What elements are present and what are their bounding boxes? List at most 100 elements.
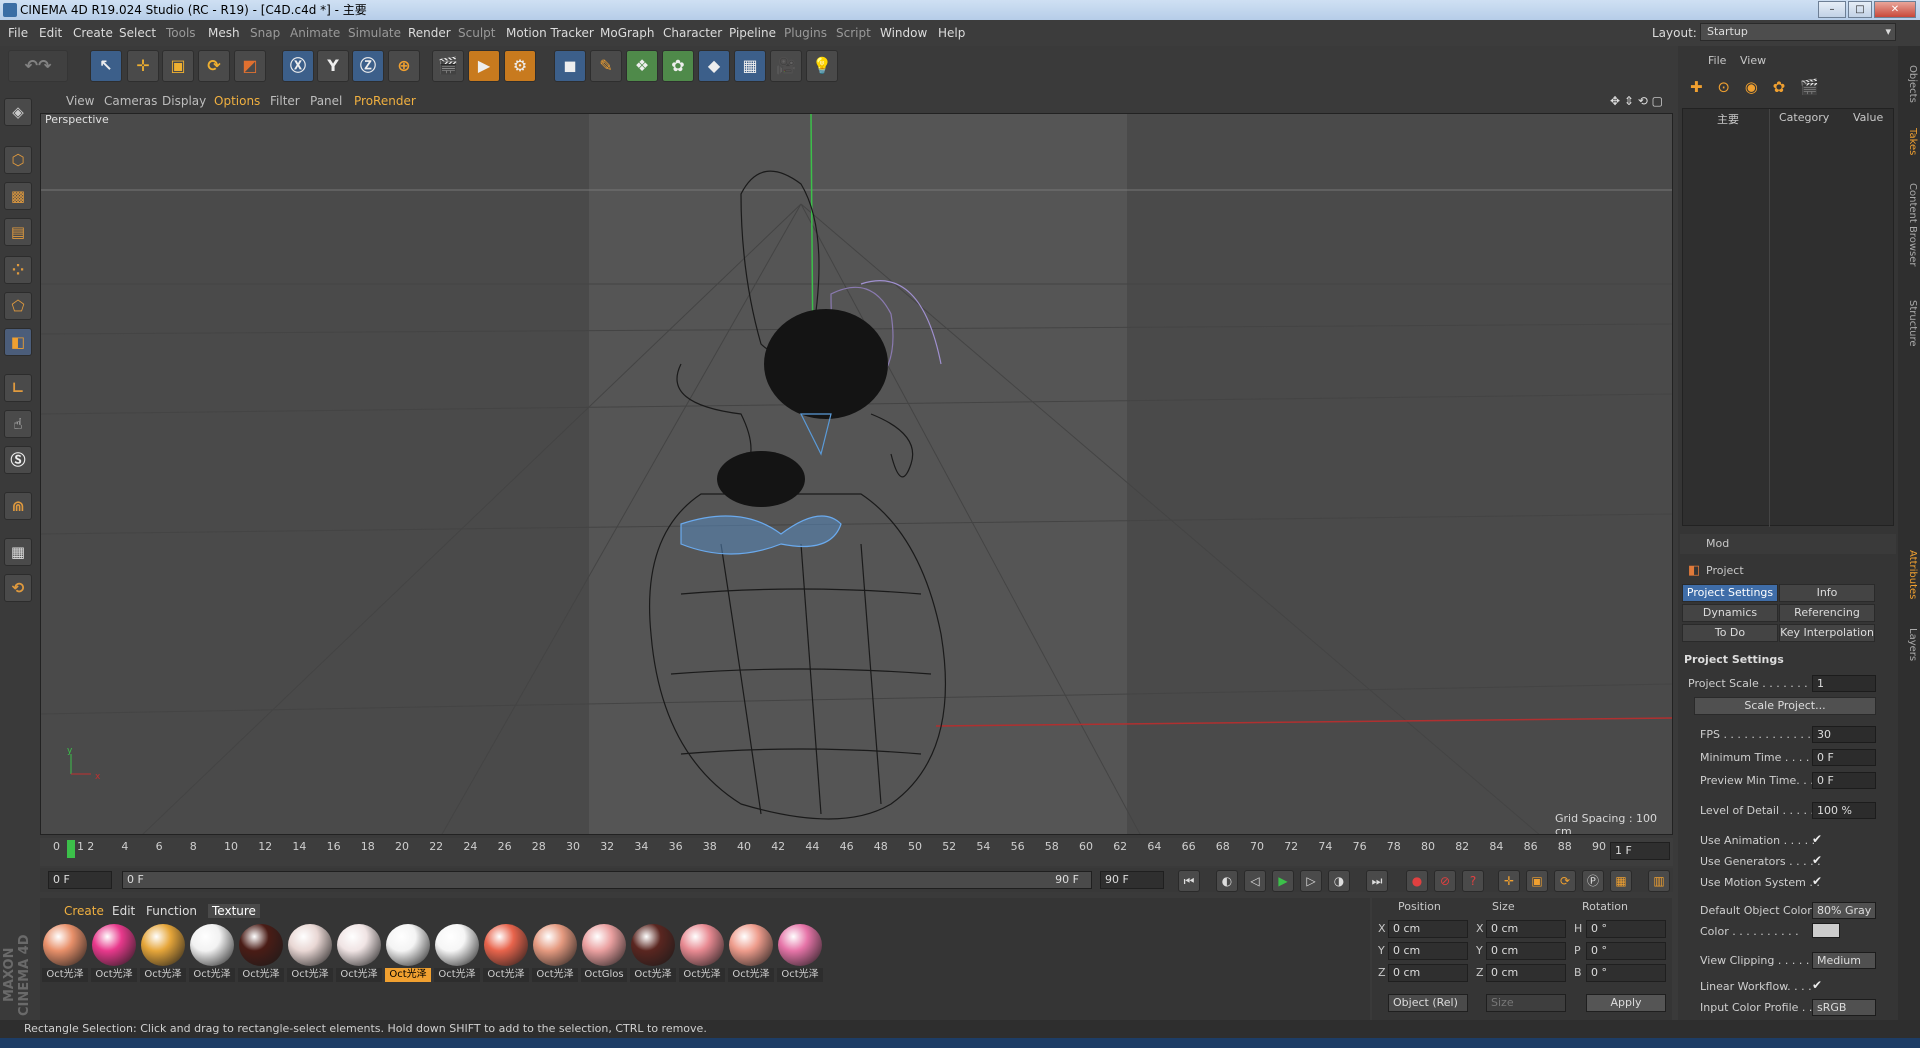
maximize-button[interactable]: □ bbox=[1848, 1, 1872, 18]
model-mode-icon[interactable]: ⬡ bbox=[4, 146, 32, 174]
material-item[interactable]: Oct光泽 bbox=[140, 924, 186, 982]
side-tab-layers[interactable]: Layers bbox=[1900, 620, 1918, 670]
material-item[interactable]: Oct光泽 bbox=[679, 924, 725, 982]
attr-mode-menu[interactable]: Mod bbox=[1706, 537, 1729, 550]
lock-workplane-icon[interactable]: ▦ bbox=[4, 538, 32, 566]
obj-tool-2-icon[interactable]: ⊙ bbox=[1717, 78, 1730, 96]
material-item[interactable]: Oct光泽 bbox=[42, 924, 88, 982]
object-tree[interactable]: 主要 Category Value bbox=[1682, 108, 1894, 527]
cube-primitive-icon[interactable]: ◼ bbox=[554, 50, 586, 82]
autokeying-icon[interactable]: ⊘ bbox=[1434, 870, 1456, 892]
viewport-nav-icons[interactable]: ✥ ⇕ ⟲ ▢ bbox=[1610, 90, 1663, 112]
coord-position-field[interactable]: 0 cm bbox=[1388, 942, 1468, 960]
key-parameter-icon[interactable]: Ⓟ bbox=[1582, 870, 1604, 892]
material-item[interactable]: Oct光泽 bbox=[532, 924, 578, 982]
render-view-icon[interactable]: 🎬 bbox=[432, 50, 464, 82]
side-tab-attributes[interactable]: Attributes bbox=[1900, 540, 1918, 610]
cloner-icon[interactable]: ✿ bbox=[662, 50, 694, 82]
polygons-mode-icon[interactable]: ◧ bbox=[4, 328, 32, 356]
menu-animate[interactable]: Animate bbox=[290, 20, 340, 46]
material-item[interactable]: Oct光泽 bbox=[91, 924, 137, 982]
obj-menu-view[interactable]: View bbox=[1740, 54, 1766, 67]
mat-tab-texture[interactable]: Texture bbox=[208, 904, 260, 918]
coord-size-field[interactable]: 0 cm bbox=[1486, 920, 1566, 938]
playhead[interactable] bbox=[67, 840, 75, 858]
timeline-end-field[interactable]: 1 F bbox=[1610, 842, 1670, 860]
use-motion-system-checkbox[interactable]: ✔ bbox=[1812, 874, 1822, 888]
points-mode-icon[interactable]: ⁘ bbox=[4, 256, 32, 284]
size-mode-dropdown[interactable]: Size bbox=[1486, 994, 1566, 1012]
menu-sculpt[interactable]: Sculpt bbox=[458, 20, 495, 46]
menu-motion-tracker[interactable]: Motion Tracker bbox=[506, 20, 594, 46]
menu-render[interactable]: Render bbox=[408, 20, 451, 46]
make-editable-icon[interactable]: ◈ bbox=[4, 98, 32, 126]
start-frame-field[interactable]: 0 F bbox=[48, 871, 112, 889]
key-position-icon[interactable]: ✛ bbox=[1498, 870, 1520, 892]
tab-dynamics[interactable]: Dynamics bbox=[1682, 604, 1778, 622]
material-item[interactable]: Oct光泽 bbox=[385, 924, 431, 982]
key-rotation-icon[interactable]: ⟳ bbox=[1554, 870, 1576, 892]
timeline-ruler[interactable]: 1 0 2 4 6 8 10 12 14 16 18 20 22 24 26 28 30 32 34 36 38 40 4… bbox=[40, 838, 1673, 866]
menu-window[interactable]: Window bbox=[880, 20, 927, 46]
material-item[interactable]: Oct光泽 bbox=[287, 924, 333, 982]
menu-simulate[interactable]: Simulate bbox=[348, 20, 401, 46]
tab-project-settings[interactable]: Project Settings bbox=[1682, 584, 1778, 602]
layout-dropdown[interactable]: Startup ▾ bbox=[1700, 23, 1896, 41]
view-clipping-dropdown[interactable]: Medium bbox=[1812, 952, 1876, 969]
material-item[interactable]: Oct光泽 bbox=[238, 924, 284, 982]
menu-file[interactable]: File bbox=[8, 20, 28, 46]
planar-workplane-icon[interactable]: ⟲ bbox=[4, 574, 32, 602]
menu-plugins[interactable]: Plugins bbox=[784, 20, 827, 46]
prop-min-time-field[interactable]: 0 F bbox=[1812, 749, 1876, 766]
coord-rotation-field[interactable]: 0 ° bbox=[1586, 964, 1666, 982]
next-frame-icon[interactable]: ▷ bbox=[1300, 870, 1322, 892]
tab-to-do[interactable]: To Do bbox=[1682, 624, 1778, 642]
vp-menu-display[interactable]: Display bbox=[162, 90, 206, 112]
live-selection-icon[interactable]: ↖ bbox=[90, 50, 122, 82]
move-icon[interactable]: ✛ bbox=[127, 50, 159, 82]
obj-menu-file[interactable]: File bbox=[1708, 54, 1726, 67]
material-item[interactable]: Oct光泽 bbox=[336, 924, 382, 982]
snap-icon[interactable]: ⋒ bbox=[4, 492, 32, 520]
light-icon[interactable]: 💡 bbox=[806, 50, 838, 82]
material-item[interactable]: Oct光泽 bbox=[434, 924, 480, 982]
side-tab-takes[interactable]: Takes bbox=[1900, 122, 1918, 162]
workplane-icon[interactable]: ▤ bbox=[4, 218, 32, 246]
tweak-mode-icon[interactable]: ☝ bbox=[4, 410, 32, 438]
vp-menu-prorender[interactable]: ProRender bbox=[354, 90, 416, 112]
solo-mode-icon[interactable]: Ⓢ bbox=[4, 446, 32, 474]
go-to-end-icon[interactable]: ⏭ bbox=[1366, 870, 1388, 892]
x-axis-lock-icon[interactable]: Ⓧ bbox=[282, 50, 314, 82]
render-picture-viewer-icon[interactable]: ▶ bbox=[468, 50, 500, 82]
apply-button[interactable]: Apply bbox=[1586, 994, 1666, 1012]
texture-mode-icon[interactable]: ▩ bbox=[4, 182, 32, 210]
prop-fps-field[interactable]: 30 bbox=[1812, 726, 1876, 743]
menu-script[interactable]: Script bbox=[836, 20, 871, 46]
default-color-dropdown[interactable]: 80% Gray bbox=[1812, 902, 1876, 919]
menu-mograph[interactable]: MoGraph bbox=[600, 20, 655, 46]
menu-pipeline[interactable]: Pipeline bbox=[729, 20, 776, 46]
input-profile-dropdown[interactable]: sRGB bbox=[1812, 999, 1876, 1016]
material-item[interactable]: Oct光泽 bbox=[189, 924, 235, 982]
render-settings-icon[interactable]: ⚙ bbox=[504, 50, 536, 82]
undo-redo-icon[interactable]: ↶↷ bbox=[8, 50, 68, 82]
end-frame-field[interactable]: 90 F bbox=[1100, 871, 1164, 889]
coord-size-field[interactable]: 0 cm bbox=[1486, 942, 1566, 960]
obj-tool-5-icon[interactable]: 🎬 bbox=[1800, 78, 1819, 96]
vp-menu-panel[interactable]: Panel bbox=[310, 90, 342, 112]
spline-pen-icon[interactable]: ✎ bbox=[590, 50, 622, 82]
close-button[interactable]: ✕ bbox=[1874, 1, 1916, 18]
go-to-start-icon[interactable]: ⏮ bbox=[1178, 870, 1200, 892]
coord-rotation-field[interactable]: 0 ° bbox=[1586, 920, 1666, 938]
prop-preview-min-field[interactable]: 0 F bbox=[1812, 772, 1876, 789]
material-item[interactable]: OctGlos bbox=[581, 924, 627, 982]
floor-icon[interactable]: ▦ bbox=[734, 50, 766, 82]
mat-tab-create[interactable]: Create bbox=[64, 904, 104, 918]
vp-menu-filter[interactable]: Filter bbox=[270, 90, 300, 112]
coord-size-field[interactable]: 0 cm bbox=[1486, 964, 1566, 982]
material-item[interactable]: Oct光泽 bbox=[630, 924, 676, 982]
prop-lod-field[interactable]: 100 % bbox=[1812, 802, 1876, 819]
previous-key-icon[interactable]: ◐ bbox=[1216, 870, 1238, 892]
key-scale-icon[interactable]: ▣ bbox=[1526, 870, 1548, 892]
mat-tab-edit[interactable]: Edit bbox=[112, 904, 135, 918]
